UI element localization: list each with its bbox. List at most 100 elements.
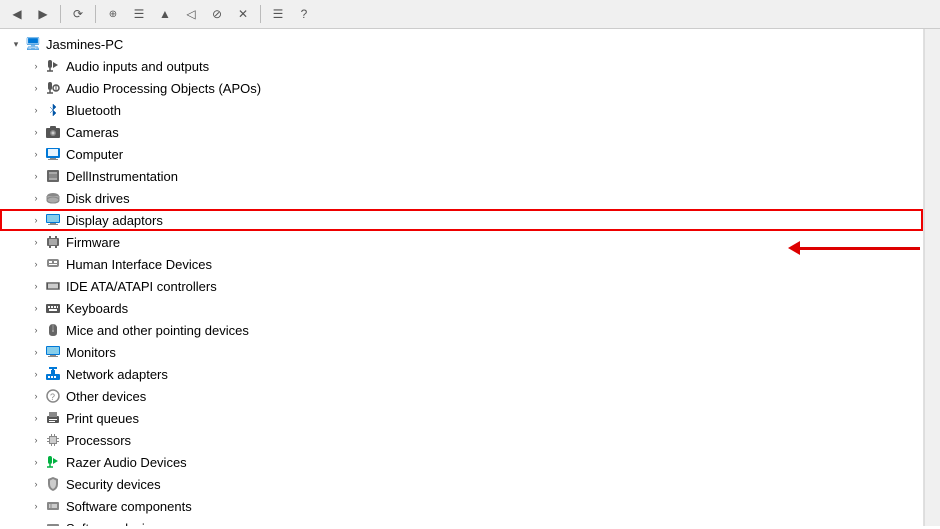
main-content: 🖥 Jasmines-PC Audio inputs and outputsAu… <box>0 29 940 526</box>
icon-software-comp <box>44 497 62 515</box>
rollback-button[interactable]: ◁ <box>180 3 202 25</box>
tree-item-network[interactable]: Network adapters <box>0 363 923 385</box>
update-driver-button[interactable]: ▲ <box>154 3 176 25</box>
icon-cameras <box>44 123 62 141</box>
icon-keyboards <box>44 299 62 317</box>
label-print: Print queues <box>66 411 923 426</box>
forward-button[interactable]: ▶ <box>32 3 54 25</box>
icon-other: ? <box>44 387 62 405</box>
chevron-razer[interactable] <box>28 454 44 470</box>
label-software-dev: Software devices <box>66 521 923 527</box>
tree-item-print[interactable]: Print queues <box>0 407 923 429</box>
scrollbar[interactable] <box>924 29 940 526</box>
chevron-network[interactable] <box>28 366 44 382</box>
label-monitors: Monitors <box>66 345 923 360</box>
chevron-audio-inputs[interactable] <box>28 58 44 74</box>
label-dell: DellInstrumentation <box>66 169 923 184</box>
icon-ide <box>44 277 62 295</box>
chevron-bluetooth[interactable] <box>28 102 44 118</box>
separator-2 <box>95 5 96 23</box>
tree-item-audio-inputs[interactable]: Audio inputs and outputs <box>0 55 923 77</box>
label-display: Display adaptors <box>66 213 923 228</box>
separator-3 <box>260 5 261 23</box>
disable-button[interactable]: ⊘ <box>206 3 228 25</box>
icon-processors <box>44 431 62 449</box>
separator-1 <box>60 5 61 23</box>
tree-item-dell[interactable]: DellInstrumentation <box>0 165 923 187</box>
tree-item-security[interactable]: Security devices <box>0 473 923 495</box>
chevron-print[interactable] <box>28 410 44 426</box>
back-button[interactable]: ◀ <box>6 3 28 25</box>
tree-item-processors[interactable]: Processors <box>0 429 923 451</box>
icon-audio-processing <box>44 79 62 97</box>
label-processors: Processors <box>66 433 923 448</box>
help-button[interactable]: ? <box>293 3 315 25</box>
chevron-monitors[interactable] <box>28 344 44 360</box>
chevron-other[interactable] <box>28 388 44 404</box>
tree-item-mice[interactable]: Mice and other pointing devices <box>0 319 923 341</box>
icon-monitors <box>44 343 62 361</box>
tree-item-ide[interactable]: IDE ATA/ATAPI controllers <box>0 275 923 297</box>
tree-item-display[interactable]: Display adaptors <box>0 209 923 231</box>
tree-item-disk[interactable]: Disk drives <box>0 187 923 209</box>
chevron-hid[interactable] <box>28 256 44 272</box>
chevron-security[interactable] <box>28 476 44 492</box>
chevron-keyboards[interactable] <box>28 300 44 316</box>
label-security: Security devices <box>66 477 923 492</box>
tree-item-other[interactable]: ? Other devices <box>0 385 923 407</box>
label-cameras: Cameras <box>66 125 923 140</box>
tree-item-computer[interactable]: Computer <box>0 143 923 165</box>
icon-firmware <box>44 233 62 251</box>
icon-razer <box>44 453 62 471</box>
label-hid: Human Interface Devices <box>66 257 923 272</box>
tree-item-monitors[interactable]: Monitors <box>0 341 923 363</box>
chevron-audio-processing[interactable] <box>28 80 44 96</box>
properties-button[interactable]: ☰ <box>128 3 150 25</box>
icon-display <box>44 211 62 229</box>
icon-dell <box>44 167 62 185</box>
chevron-display[interactable] <box>28 212 44 228</box>
chevron-processors[interactable] <box>28 432 44 448</box>
icon-print <box>44 409 62 427</box>
chevron-dell[interactable] <box>28 168 44 184</box>
toolbar: ◀ ▶ ⟳ ⊕ ☰ ▲ ◁ ⊘ ✕ ☰ ? <box>0 0 940 29</box>
refresh-button[interactable]: ⟳ <box>67 3 89 25</box>
icon-hid <box>44 255 62 273</box>
tree-item-audio-processing[interactable]: Audio Processing Objects (APOs) <box>0 77 923 99</box>
tree-items-container: Audio inputs and outputs Audio Processing… <box>0 55 923 526</box>
chevron-disk[interactable] <box>28 190 44 206</box>
chevron-firmware[interactable] <box>28 234 44 250</box>
tree-item-software-dev[interactable]: Software devices <box>0 517 923 526</box>
view-button[interactable]: ☰ <box>267 3 289 25</box>
chevron-mice[interactable] <box>28 322 44 338</box>
label-computer: Computer <box>66 147 923 162</box>
label-audio-inputs: Audio inputs and outputs <box>66 59 923 74</box>
chevron-cameras[interactable] <box>28 124 44 140</box>
uninstall-button[interactable]: ✕ <box>232 3 254 25</box>
chevron-software-comp[interactable] <box>28 498 44 514</box>
tree-item-hid[interactable]: Human Interface Devices <box>0 253 923 275</box>
tree-item-keyboards[interactable]: Keyboards <box>0 297 923 319</box>
root-node[interactable]: 🖥 Jasmines-PC <box>0 33 923 55</box>
label-disk: Disk drives <box>66 191 923 206</box>
tree-item-bluetooth[interactable]: Bluetooth <box>0 99 923 121</box>
tree-item-software-comp[interactable]: Software components <box>0 495 923 517</box>
tree-item-razer[interactable]: Razer Audio Devices <box>0 451 923 473</box>
icon-computer <box>44 145 62 163</box>
label-ide: IDE ATA/ATAPI controllers <box>66 279 923 294</box>
chevron-ide[interactable] <box>28 278 44 294</box>
svg-text:?: ? <box>50 392 55 402</box>
chevron-computer[interactable] <box>28 146 44 162</box>
label-bluetooth: Bluetooth <box>66 103 923 118</box>
tree-item-firmware[interactable]: Firmware <box>0 231 923 253</box>
device-tree[interactable]: 🖥 Jasmines-PC Audio inputs and outputsAu… <box>0 29 924 526</box>
icon-network <box>44 365 62 383</box>
scan-button[interactable]: ⊕ <box>102 3 124 25</box>
label-other: Other devices <box>66 389 923 404</box>
tree-item-cameras[interactable]: Cameras <box>0 121 923 143</box>
label-keyboards: Keyboards <box>66 301 923 316</box>
root-chevron[interactable] <box>8 36 24 52</box>
root-label: Jasmines-PC <box>46 37 923 52</box>
chevron-software-dev[interactable] <box>28 520 44 526</box>
label-network: Network adapters <box>66 367 923 382</box>
